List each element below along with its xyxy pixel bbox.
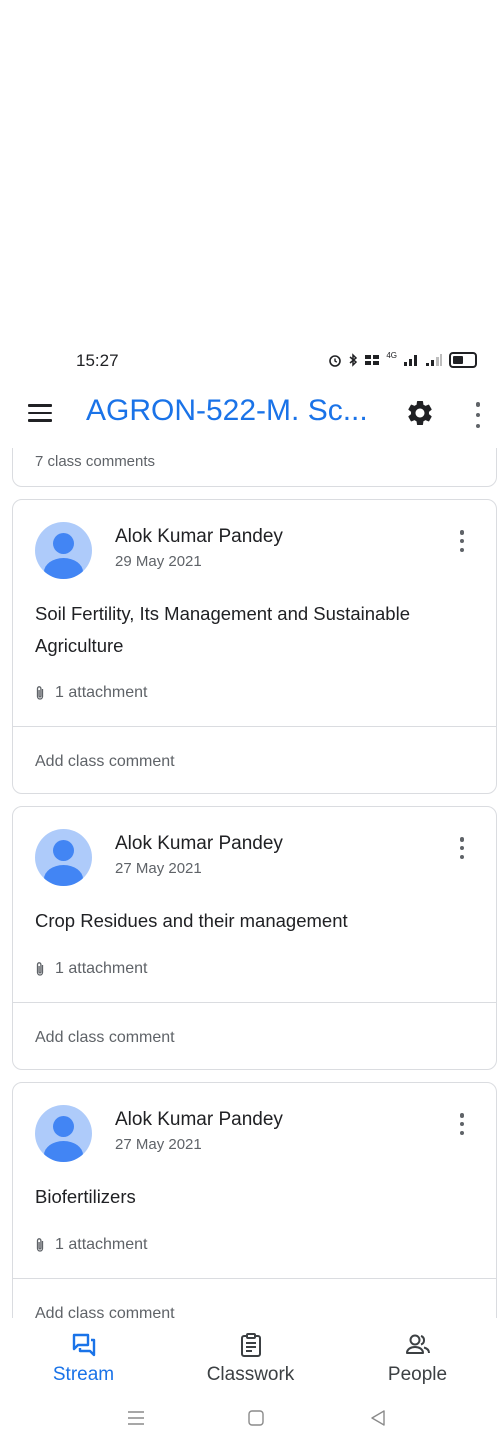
tab-stream[interactable]: Stream bbox=[0, 1318, 167, 1398]
tab-stream-label: Stream bbox=[52, 1364, 115, 1385]
post-date: 27 May 2021 bbox=[115, 1136, 202, 1153]
bottom-navigation: Stream Classwork People bbox=[0, 1318, 501, 1398]
post-author: Alok Kumar Pandey bbox=[115, 833, 283, 854]
back-icon[interactable] bbox=[368, 1408, 388, 1428]
network-type-label: 4G bbox=[386, 350, 397, 360]
post-author: Alok Kumar Pandey bbox=[115, 526, 283, 547]
post-card[interactable]: Alok Kumar Pandey 27 May 2021 Crop Resid… bbox=[12, 806, 497, 1070]
post-author: Alok Kumar Pandey bbox=[115, 1109, 283, 1130]
class-title: AGRON-522-M. Sc... bbox=[86, 394, 368, 427]
avatar bbox=[35, 522, 92, 579]
paperclip-icon bbox=[36, 686, 44, 700]
battery-icon bbox=[449, 352, 477, 368]
signal-icon bbox=[404, 355, 417, 366]
more-options-icon[interactable] bbox=[474, 402, 482, 428]
post-more-options-icon[interactable] bbox=[458, 1113, 466, 1135]
system-navigation-bar bbox=[0, 1398, 501, 1439]
status-bar: 15:27 4G bbox=[0, 340, 501, 380]
previous-post-card[interactable]: 7 class comments bbox=[12, 448, 497, 487]
divider bbox=[13, 726, 496, 727]
settings-gear-icon[interactable] bbox=[405, 398, 435, 428]
paperclip-icon bbox=[36, 962, 44, 976]
status-time: 15:27 bbox=[76, 351, 119, 370]
alarm-icon bbox=[329, 355, 342, 367]
avatar bbox=[35, 829, 92, 886]
divider bbox=[13, 1002, 496, 1003]
stream-icon bbox=[72, 1333, 95, 1357]
attachment-count: 1 attachment bbox=[55, 684, 148, 701]
bluetooth-icon bbox=[349, 353, 358, 367]
volte-icon bbox=[365, 355, 380, 365]
add-class-comment[interactable]: Add class comment bbox=[35, 1305, 175, 1318]
app-bar: AGRON-522-M. Sc... bbox=[0, 382, 501, 448]
add-class-comment[interactable]: Add class comment bbox=[35, 753, 175, 771]
post-title: Soil Fertility, Its Management and Susta… bbox=[35, 603, 410, 656]
post-more-options-icon[interactable] bbox=[458, 530, 466, 552]
attachment-row[interactable]: 1 attachment bbox=[35, 684, 148, 702]
classwork-icon bbox=[240, 1333, 261, 1357]
class-comments-link[interactable]: 7 class comments bbox=[35, 453, 155, 470]
tab-classwork-label: Classwork bbox=[206, 1364, 295, 1385]
post-date: 29 May 2021 bbox=[115, 553, 202, 570]
post-title: Crop Residues and their management bbox=[35, 910, 348, 931]
stream-feed[interactable]: 7 class comments Alok Kumar Pandey 29 Ma… bbox=[0, 448, 501, 1318]
paperclip-icon bbox=[36, 1238, 44, 1252]
recents-icon[interactable] bbox=[126, 1408, 146, 1428]
people-icon bbox=[405, 1334, 430, 1354]
attachment-count: 1 attachment bbox=[55, 1236, 148, 1253]
status-icons: 4G bbox=[328, 350, 477, 368]
avatar bbox=[35, 1105, 92, 1162]
add-class-comment[interactable]: Add class comment bbox=[35, 1029, 175, 1047]
post-card[interactable]: Alok Kumar Pandey 27 May 2021 Biofertili… bbox=[12, 1082, 497, 1318]
menu-icon[interactable] bbox=[28, 404, 52, 422]
tab-people[interactable]: People bbox=[334, 1318, 501, 1398]
signal-2-icon bbox=[426, 354, 442, 366]
home-icon[interactable] bbox=[246, 1408, 266, 1428]
tab-classwork[interactable]: Classwork bbox=[167, 1318, 334, 1398]
attachment-count: 1 attachment bbox=[55, 960, 148, 977]
post-more-options-icon[interactable] bbox=[458, 837, 466, 859]
attachment-row[interactable]: 1 attachment bbox=[35, 960, 148, 978]
tab-people-label: People bbox=[387, 1364, 448, 1385]
divider bbox=[13, 1278, 496, 1279]
post-date: 27 May 2021 bbox=[115, 860, 202, 877]
post-title: Biofertilizers bbox=[35, 1186, 136, 1207]
attachment-row[interactable]: 1 attachment bbox=[35, 1236, 148, 1254]
post-card[interactable]: Alok Kumar Pandey 29 May 2021 Soil Ferti… bbox=[12, 499, 497, 794]
